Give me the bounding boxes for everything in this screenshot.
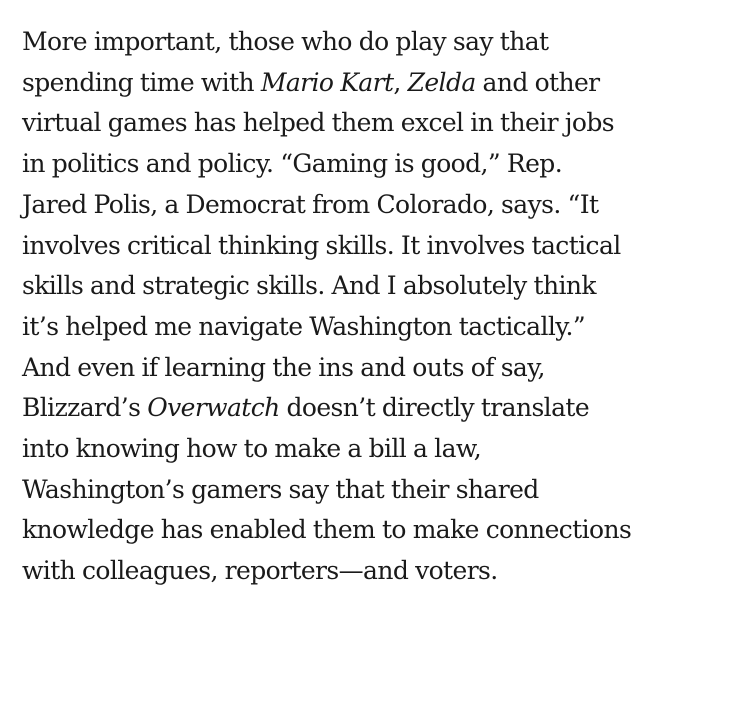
text-run: , [393, 67, 408, 97]
text-line: And even if learning the ins and outs of… [22, 352, 545, 382]
text-line: into knowing how to make a bill a law, [22, 434, 482, 464]
text-line: skills and strategic skills. And I absol… [22, 271, 597, 301]
text-line: Blizzard’s Overwatch doesn’t directly tr… [22, 388, 732, 429]
text-run: and other [475, 67, 601, 97]
game-title-overwatch: Overwatch [147, 393, 280, 423]
article-excerpt: More important, those who do play say th… [0, 0, 750, 710]
text-run: Blizzard’s [22, 393, 148, 423]
text-line: it’s helped me navigate Washington tacti… [22, 311, 586, 341]
text-line: Washington’s gamers say that their share… [22, 474, 539, 504]
text-line: involves critical thinking skills. It in… [22, 230, 621, 260]
text-line: with colleagues, reporters—and voters. [22, 556, 498, 586]
text-line: spending time with Mario Kart, Zelda and… [22, 63, 732, 104]
text-line: in politics and policy. “Gaming is good,… [22, 149, 563, 179]
game-title-mario-kart: Mario Kart [260, 67, 394, 97]
article-paragraph: More important, those who do play say th… [22, 22, 732, 592]
text-line: virtual games has helped them excel in t… [22, 108, 615, 138]
text-line: Jared Polis, a Democrat from Colorado, s… [22, 189, 599, 219]
text-line: knowledge has enabled them to make conne… [22, 515, 632, 545]
game-title-zelda: Zelda [407, 67, 477, 97]
text-line: More important, those who do play say th… [22, 27, 549, 56]
text-run: doesn’t directly translate [279, 393, 590, 423]
text-run: spending time with [22, 67, 261, 97]
